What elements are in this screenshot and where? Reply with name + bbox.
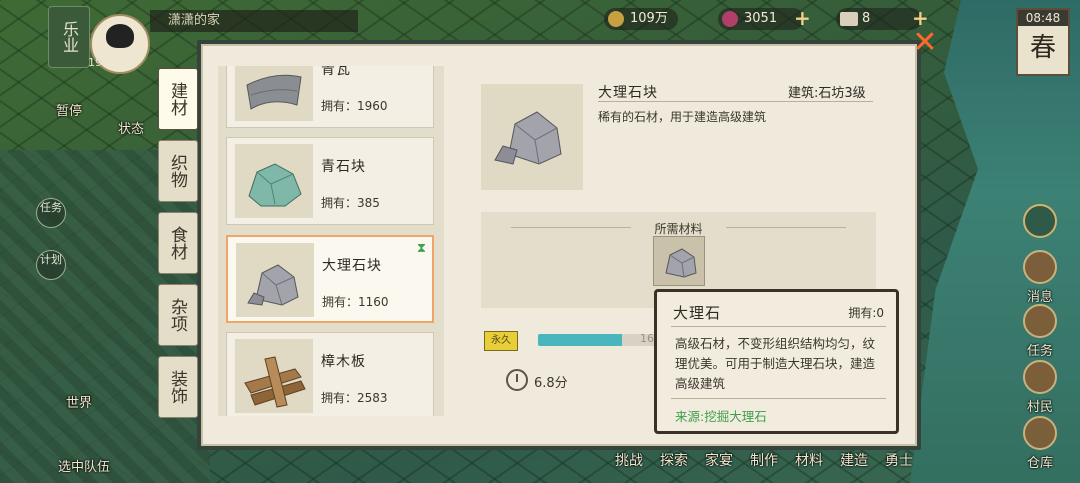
villager-icon [1023, 360, 1057, 394]
house-name: 潇潇的家 [150, 10, 358, 32]
bottom-nav: 挑战 探索 家宴 制作 材料 建造 勇士 [615, 450, 913, 470]
item-name: 青石块 [321, 159, 366, 175]
message-icon [1023, 250, 1057, 284]
message-button[interactable]: 消息 [1020, 250, 1060, 305]
item-owned: 拥有：1160 [322, 295, 389, 309]
nav-craft[interactable]: 制作 [750, 450, 778, 470]
quest-label: 任务 [1026, 344, 1053, 359]
progress-label: 16 [640, 332, 654, 345]
clock-time: 08:48 [1018, 10, 1068, 26]
close-button[interactable]: ✕ [912, 28, 938, 58]
world-label: 世界 [66, 396, 93, 411]
material-list[interactable]: 青瓦 拥有：1960 青石块 拥有：385 大理石块 拥有：1160 ⧗ 樟木板… [218, 66, 444, 416]
warehouse-button[interactable]: 仓库 [1020, 416, 1060, 471]
item-name: 樟木板 [321, 354, 366, 370]
gem-icon [722, 11, 738, 27]
list-item[interactable]: 青石块 拥有：385 [226, 137, 434, 225]
marble-block-icon [494, 111, 562, 165]
player-level: 19 [88, 56, 102, 69]
list-item[interactable]: 樟木板 拥有：2583 [226, 332, 434, 416]
team-label: 选中队伍 [58, 460, 111, 475]
ticket-icon [840, 12, 858, 26]
tooltip-source: 来源:挖掘大理石 [675, 409, 767, 424]
era-tag[interactable]: 乐业 [48, 6, 90, 68]
tab-building-materials[interactable]: 建材 [158, 68, 198, 130]
coin-value: 109万 [630, 11, 668, 26]
divider [671, 326, 886, 327]
material-tooltip: 大理石 拥有:0 高级石材，不变形组织结构均匀，纹理优美。可用于制造大理石块，建… [654, 289, 899, 434]
coin-counter: 109万 [604, 8, 678, 30]
nav-build[interactable]: 建造 [840, 450, 868, 470]
tile-icon [246, 74, 302, 110]
required-material-slot[interactable] [653, 236, 705, 286]
item-thumbnail [235, 144, 313, 218]
divider [671, 398, 886, 399]
production-time: 6.8分 [534, 376, 568, 391]
status-button[interactable]: 状态 [118, 118, 144, 137]
tab-fabrics[interactable]: 织物 [158, 140, 198, 202]
item-thumbnail [235, 339, 313, 413]
required-materials-label: 所需材料 [481, 220, 876, 237]
detail-title: 大理石块 [598, 85, 658, 101]
warehouse-icon [1023, 416, 1057, 450]
item-owned: 拥有：385 [321, 196, 380, 210]
ticket-value: 8 [862, 11, 871, 26]
close-icon: ✕ [912, 25, 938, 60]
add-gem-button[interactable]: + [794, 6, 811, 30]
tab-ingredients[interactable]: 食材 [158, 212, 198, 274]
item-owned: 拥有：2583 [321, 391, 388, 405]
pause-button[interactable]: 暂停 [56, 100, 82, 119]
flower-icon [1023, 204, 1057, 238]
hourglass-icon: ⧗ [416, 241, 426, 256]
progress-fill [538, 334, 622, 346]
item-thumbnail [235, 66, 313, 121]
season-label: 春 [1029, 33, 1056, 63]
list-item[interactable]: 大理石块 拥有：1160 ⧗ [226, 235, 434, 323]
marble-icon [665, 248, 697, 278]
team-select-button[interactable]: 选中队伍 [58, 456, 110, 475]
villager-label: 村民 [1026, 400, 1053, 415]
gem-value: 3051 [744, 11, 778, 26]
list-item[interactable]: 青瓦 拥有：1960 [226, 66, 434, 128]
category-tabs: 建材 织物 食材 杂项 装饰 [158, 68, 202, 428]
item-name: 青瓦 [321, 66, 351, 78]
tab-decorations[interactable]: 装饰 [158, 356, 198, 418]
tooltip-name: 大理石 [673, 304, 722, 322]
tab-misc[interactable]: 杂项 [158, 284, 198, 346]
nav-feast[interactable]: 家宴 [705, 450, 733, 470]
camphor-board-icon [244, 356, 306, 408]
nav-challenge[interactable]: 挑战 [615, 450, 643, 470]
season-clock[interactable]: 08:48 春 [1016, 8, 1070, 76]
item-name: 大理石块 [322, 258, 382, 274]
quest-button[interactable]: 任务 [1020, 304, 1060, 359]
villager-button[interactable]: 村民 [1020, 360, 1060, 415]
task-button[interactable]: 任务 [36, 198, 66, 228]
detail-thumbnail [481, 84, 583, 190]
tooltip-description: 高级石材，不变形组织结构均匀，纹理优美。可用于制造大理石块，建造高级建筑 [675, 336, 876, 391]
tooltip-owned: 拥有:0 [848, 306, 884, 320]
gem-counter: 3051 [718, 8, 804, 30]
divider [598, 101, 873, 102]
nav-warriors[interactable]: 勇士 [885, 450, 913, 470]
marble-icon [247, 264, 299, 306]
ticket-counter: 8 [836, 8, 922, 30]
nav-materials[interactable]: 材料 [795, 450, 823, 470]
item-owned: 拥有：1960 [321, 99, 388, 113]
warehouse-label: 仓库 [1026, 456, 1053, 471]
detail-description: 稀有的石材，用于建造高级建筑 [598, 110, 767, 124]
item-thumbnail [236, 243, 314, 317]
scroll-icon [1023, 304, 1057, 338]
status-label: 状态 [118, 122, 145, 137]
world-button[interactable]: 世界 [66, 392, 92, 411]
building-requirement: 建筑:石坊3级 [788, 86, 866, 101]
nav-explore[interactable]: 探索 [660, 450, 688, 470]
coin-icon [608, 11, 624, 27]
clock-icon [506, 369, 528, 391]
message-label: 消息 [1026, 290, 1053, 305]
bluestone-icon [248, 163, 302, 207]
permanent-badge: 永久 [484, 331, 518, 351]
menu-button[interactable] [1020, 204, 1060, 240]
plan-button[interactable]: 计划 [36, 250, 66, 280]
pause-label: 暂停 [56, 104, 83, 119]
